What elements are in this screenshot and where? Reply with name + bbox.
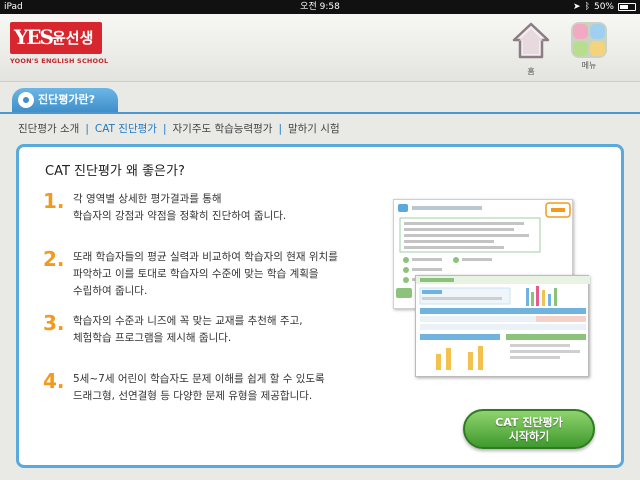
subnav-separator: | xyxy=(278,122,282,135)
app-header: YES 윤선생 YOON'S ENGLISH SCHOOL 홈 메뉴 xyxy=(0,14,640,82)
content-panel: CAT 진단평가 왜 좋은가? 1. 각 영역별 상세한 평가결과를 통해 학습… xyxy=(16,144,624,468)
benefit-line: 드래그형, 선연결형 등 다양한 문제 유형을 제공합니다. xyxy=(73,390,313,402)
subnav-item-intro[interactable]: 진단평가 소개 xyxy=(18,121,79,136)
bullet-icon xyxy=(18,92,34,108)
battery-percent: 50% xyxy=(593,2,614,12)
logo-box: YES 윤선생 xyxy=(10,22,102,54)
report-screen-thumbnail xyxy=(415,275,590,377)
home-label: 홈 xyxy=(527,67,535,76)
start-button-line1: CAT 진단평가 xyxy=(495,416,563,429)
menu-icon xyxy=(571,22,607,58)
subnav-item-self-directed[interactable]: 자기주도 학습능력평가 xyxy=(173,121,273,136)
subnav-separator: | xyxy=(85,122,89,135)
benefit-line: 파악하고 이를 토대로 학습자의 수준에 맞는 학습 계획을 xyxy=(73,268,319,280)
benefit-line: 수립하여 줍니다. xyxy=(73,285,148,297)
benefit-text: 학습자의 수준과 니즈에 꼭 맞는 교재를 추천해 주고, 체험학습 프로그램을… xyxy=(73,313,303,347)
benefit-line: 체험학습 프로그램을 제시해 줍니다. xyxy=(73,332,232,344)
menu-label: 메뉴 xyxy=(581,61,597,70)
subnav-separator: | xyxy=(162,122,167,135)
location-icon: ➤ xyxy=(573,2,581,12)
cat-start-button[interactable]: CAT 진단평가 시작하기 xyxy=(463,409,595,449)
benefit-line: 5세~7세 어린이 학습자도 문제 이해를 쉽게 할 수 있도록 xyxy=(73,373,325,385)
home-icon xyxy=(512,22,550,59)
subnav-item-cat[interactable]: CAT 진단평가 xyxy=(95,121,157,136)
benefit-number: 2. xyxy=(43,247,65,271)
benefit-line: 각 영역별 상세한 평가결과를 통해 xyxy=(73,193,222,205)
logo-mark: YES xyxy=(14,25,54,49)
clock: 오전 9:58 xyxy=(300,2,340,12)
benefit-line: 학습자의 수준과 니즈에 꼭 맞는 교재를 추천해 주고, xyxy=(73,315,303,327)
benefit-number: 4. xyxy=(43,369,65,393)
logo-name: 윤선생 xyxy=(52,29,94,47)
section-divider xyxy=(0,112,640,114)
section-tab-label: 진단평가란? xyxy=(38,93,95,106)
panel-title: CAT 진단평가 왜 좋은가? xyxy=(45,164,185,179)
menu-button[interactable]: 메뉴 xyxy=(566,22,612,71)
benefit-line: 학습자의 강점과 약점을 정확히 진단하여 줍니다. xyxy=(73,210,287,222)
start-button-line2: 시작하기 xyxy=(508,430,550,443)
benefit-text: 각 영역별 상세한 평가결과를 통해 학습자의 강점과 약점을 정확히 진단하여… xyxy=(73,191,286,225)
benefit-text: 또래 학습자들의 평균 실력과 비교하여 학습자의 현재 위치를 파악하고 이를… xyxy=(73,249,338,300)
benefit-text: 5세~7세 어린이 학습자도 문제 이해를 쉽게 할 수 있도록 드래그형, 선… xyxy=(73,371,325,405)
benefit-number: 1. xyxy=(43,189,65,213)
logo: YES 윤선생 YOON'S ENGLISH SCHOOL xyxy=(10,22,108,70)
subnav-item-speaking[interactable]: 말하기 시험 xyxy=(288,121,340,136)
sub-navigation: 진단평가 소개 | CAT 진단평가 | 자기주도 학습능력평가 | 말하기 시… xyxy=(18,121,340,136)
preview-image xyxy=(393,199,593,379)
battery-icon xyxy=(618,3,636,11)
benefit-number: 3. xyxy=(43,311,65,335)
benefit-line: 또래 학습자들의 평균 실력과 비교하여 학습자의 현재 위치를 xyxy=(73,251,338,263)
bluetooth-icon: ᛒ xyxy=(584,2,590,12)
status-bar: iPad 오전 9:58 ➤ ᛒ 50% xyxy=(0,0,640,14)
home-button[interactable]: 홈 xyxy=(508,22,554,77)
status-right: ➤ ᛒ 50% xyxy=(573,0,636,14)
section-tab: 진단평가란? xyxy=(12,88,118,112)
logo-subtitle: YOON'S ENGLISH SCHOOL xyxy=(10,57,109,65)
